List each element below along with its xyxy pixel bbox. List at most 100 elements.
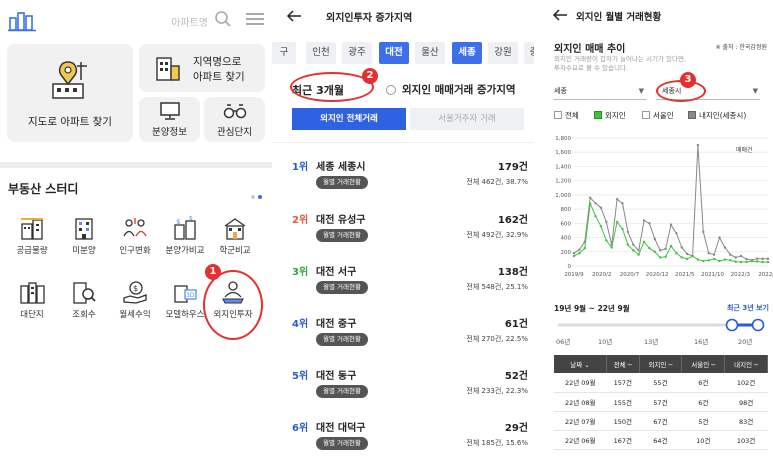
series-point xyxy=(696,143,700,147)
monthly-status-button[interactable]: 월별 거래현황 xyxy=(316,176,368,189)
presale-info-card[interactable]: 분양정보 xyxy=(139,97,200,142)
legend-local[interactable]: 내지인(세종시) xyxy=(688,110,746,121)
series-point xyxy=(675,252,678,255)
legend-outsider[interactable]: 외지인 xyxy=(594,110,626,121)
money-hand-icon: $ xyxy=(123,281,147,304)
description-line-2: 투자수요로 볼 수 있습니다. xyxy=(554,64,629,72)
period-radio[interactable] xyxy=(386,85,396,95)
checkbox-total[interactable] xyxy=(554,111,562,119)
series-point xyxy=(578,248,581,251)
slider-tick: 20년 xyxy=(738,338,753,346)
study-large-complex-button[interactable]: 대단지 xyxy=(5,280,59,334)
region-tab-gwangju[interactable]: 광주 xyxy=(342,42,372,64)
checkbox-outsider[interactable] xyxy=(594,111,602,119)
series-point xyxy=(621,202,624,205)
region-search-card[interactable]: 지역명으로 아파트 찾기 xyxy=(139,44,265,92)
monthly-status-button[interactable]: 월별 거래현황 xyxy=(316,437,368,450)
slider-tick: 16년 xyxy=(694,338,709,346)
recent-3-years-link[interactable]: 최근 3년 보기 xyxy=(727,303,769,313)
range-start-handle[interactable] xyxy=(725,318,739,332)
checkbox-local[interactable] xyxy=(688,111,696,119)
study-unsold-button[interactable]: 미분양 xyxy=(57,216,111,270)
favorites-card[interactable]: 관심단지 xyxy=(204,97,265,142)
study-population-button[interactable]: 인구변화 xyxy=(108,216,162,270)
col-local[interactable]: 내지인 ─ xyxy=(724,355,768,373)
y-tick-label: 800 xyxy=(561,207,572,213)
checkbox-seoul[interactable] xyxy=(642,111,650,119)
series-point xyxy=(685,252,689,256)
rank-count: 29건 xyxy=(504,423,528,434)
price-buildings-icon: $ $ xyxy=(174,216,196,240)
series-point xyxy=(572,254,576,258)
map-search-label: 지도로 아파트 찾기 xyxy=(28,116,112,128)
rank-row[interactable]: 5위 대전 동구 52건 월별 거래현황 전체 233건, 22.3% xyxy=(292,367,528,407)
favorites-label: 관심단지 xyxy=(217,127,252,138)
legend-total-label: 전체 xyxy=(565,111,579,120)
rank-row[interactable]: 6위 대전 대덕구 29건 월별 거래현황 전체 185건, 15.6% xyxy=(292,419,528,459)
hamburger-menu-icon[interactable] xyxy=(246,12,264,26)
study-supply-button[interactable]: 공급물량 xyxy=(5,216,59,270)
monthly-status-button[interactable]: 월별 거래현황 xyxy=(316,385,368,398)
rank-region-name: 대전 서구 xyxy=(316,267,357,278)
series-point xyxy=(723,246,727,249)
trend-line-chart: 0 200 400 600 800 1,000 1,200 1,400 1,600 1,800 20… xyxy=(555,136,773,278)
series-point xyxy=(761,260,764,264)
monthly-status-button[interactable]: 월별 거래현황 xyxy=(316,333,368,346)
rank-region-name: 대전 유성구 xyxy=(316,215,366,226)
rank-row[interactable]: 1위 세종 세종시 179건 월별 거래현황 전체 462건, 38.7% xyxy=(292,158,528,198)
complex-icon xyxy=(20,282,45,304)
study-school-button[interactable]: 학군비교 xyxy=(208,216,262,270)
legend-outsider-label: 외지인 xyxy=(605,111,626,120)
range-end-handle[interactable] xyxy=(751,318,765,332)
rank-count: 179건 xyxy=(497,162,528,173)
region-tab-gangwon[interactable]: 강원 xyxy=(488,42,518,64)
tab-seoul-residents[interactable]: 서울거주자 거래 xyxy=(410,108,524,130)
region-tab-0[interactable]: 구 xyxy=(272,42,296,64)
region-tab-7[interactable]: 충 xyxy=(524,42,534,64)
region-tab-ulsan[interactable]: 울산 xyxy=(415,42,445,64)
back-arrow-icon[interactable] xyxy=(552,8,568,22)
province-select[interactable]: 세종 ▼ xyxy=(554,84,646,100)
map-search-card[interactable]: 지도로 아파트 찾기 xyxy=(7,44,133,142)
legend-total[interactable]: 전체 xyxy=(554,110,579,121)
col-total[interactable]: 전체 ─ xyxy=(606,355,640,373)
series-point xyxy=(605,239,608,242)
monthly-status-button[interactable]: 월별 거래현황 xyxy=(316,281,368,294)
rank-row[interactable]: 3위 대전 서구 138건 월별 거래현황 전체 548건, 25.1% xyxy=(292,263,528,303)
series-point xyxy=(615,197,619,201)
series-point xyxy=(664,247,667,251)
series-point xyxy=(739,260,743,264)
col-outsider[interactable]: 외지인 ─ xyxy=(639,355,683,373)
region-tab-incheon[interactable]: 인천 xyxy=(306,42,336,64)
study-views-button[interactable]: 조회수 xyxy=(57,280,111,334)
col-seoul[interactable]: 서울인 ─ xyxy=(681,355,726,373)
search-icon[interactable] xyxy=(214,10,232,28)
series-point xyxy=(637,253,640,256)
period-range-slider[interactable] xyxy=(554,318,768,332)
study-price-compare-button[interactable]: $ $ 분양가비교 xyxy=(158,216,212,270)
region-tab-sejong[interactable]: 세종 xyxy=(452,42,482,64)
legend-seoul[interactable]: 서울인 xyxy=(642,110,674,121)
app-logo-icon[interactable] xyxy=(8,10,38,32)
study-rent-income-button[interactable]: $ 월세수익 xyxy=(108,280,162,334)
x-tick-label: 2022/3 xyxy=(731,272,751,278)
legend-local-label: 내지인(세종시) xyxy=(699,111,747,120)
series-point xyxy=(588,202,592,205)
rank-region-name: 대전 중구 xyxy=(316,319,357,330)
back-arrow-icon[interactable] xyxy=(286,9,302,23)
series-point xyxy=(707,252,710,255)
region-tab-daejeon[interactable]: 대전 xyxy=(379,42,409,64)
col-date[interactable]: 날짜 ⌄ xyxy=(554,355,607,373)
series-point xyxy=(702,259,705,263)
series-point xyxy=(712,257,716,261)
section-title: 외지인 매매 추이 xyxy=(554,44,626,55)
x-tick-label: 2021/10 xyxy=(701,272,724,278)
map-pin-icon xyxy=(52,61,87,99)
school-icon xyxy=(224,218,246,240)
tab-outsider-all[interactable]: 외지인 전체거래 xyxy=(292,108,406,130)
search-placeholder[interactable]: 아파트명 xyxy=(171,14,208,29)
rank-row[interactable]: 4위 대전 중구 61건 월별 거래현황 전체 270건, 22.5% xyxy=(292,315,528,355)
rank-row[interactable]: 2위 대전 유성구 162건 월별 거래현황 전체 492건, 32.9% xyxy=(292,211,528,251)
carousel-dots[interactable] xyxy=(248,184,262,203)
monthly-status-button[interactable]: 월별 거래현황 xyxy=(316,229,368,242)
